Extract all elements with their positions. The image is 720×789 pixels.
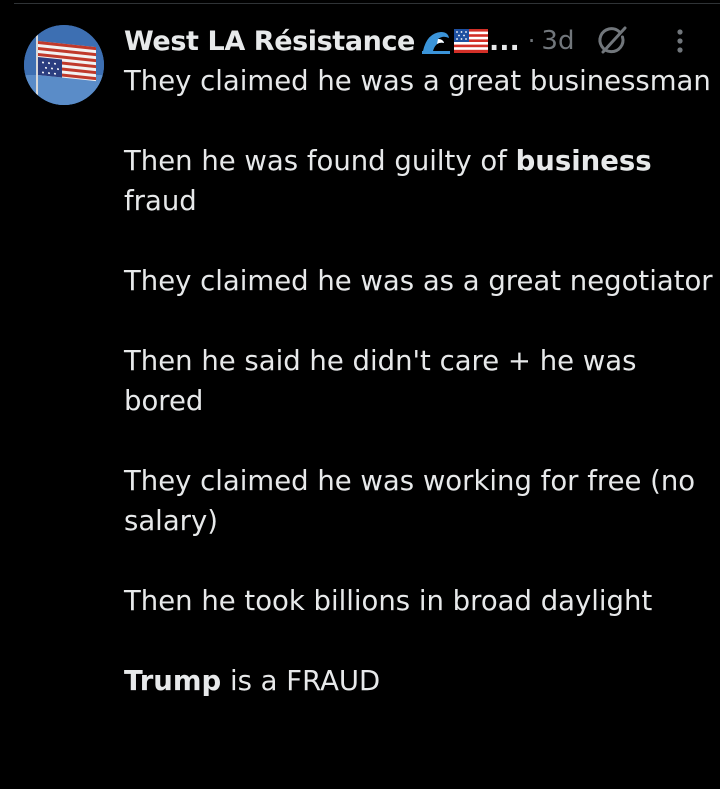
header-separator: ·: [527, 27, 536, 55]
post-paragraph: Then he was found guilty of business fra…: [124, 145, 652, 217]
us-flag-emoji-icon: [453, 29, 488, 53]
post-paragraph: They claimed he was as a great negotiato…: [124, 265, 713, 297]
post-paragraph: They claimed he was working for free (no…: [124, 465, 696, 537]
grok-icon[interactable]: [596, 24, 630, 58]
post-text: They claimed he was a great businessman …: [124, 61, 714, 701]
upside-down-us-flag-avatar-icon: [24, 25, 104, 105]
post-timestamp[interactable]: 3d: [541, 26, 574, 56]
post-paragraph: Then he said he didn't care + he was bor…: [124, 345, 637, 417]
post-paragraph: They claimed he was a great businessman: [124, 65, 711, 97]
post-paragraph: Then he took billions in broad daylight: [124, 585, 653, 617]
avatar[interactable]: [24, 25, 104, 105]
post-header: West LA Résistance ... · 3d: [124, 21, 574, 61]
more-options-icon[interactable]: [666, 26, 694, 56]
author-display-name[interactable]: West LA Résistance: [124, 26, 415, 57]
water-wave-emoji-icon: [420, 27, 451, 55]
post-paragraph: Trump is a FRAUD: [124, 665, 381, 697]
name-truncation: ...: [488, 25, 520, 57]
top-divider: [14, 3, 720, 4]
